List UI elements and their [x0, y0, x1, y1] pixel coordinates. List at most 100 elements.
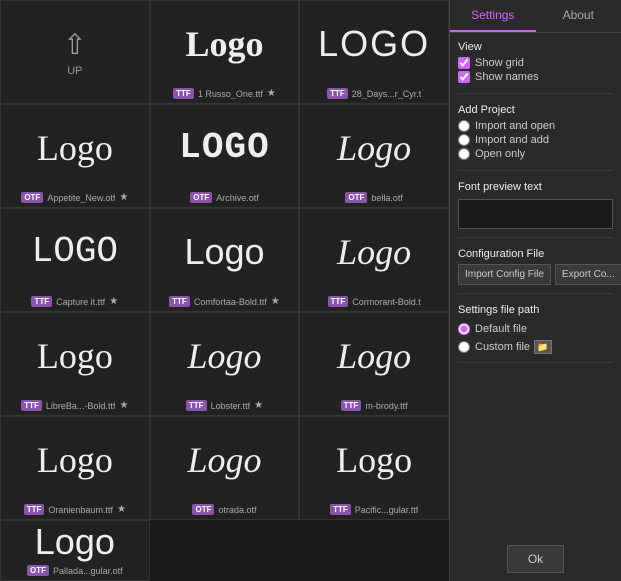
font-filename: 28_Days...r_Cyr.t [352, 89, 422, 99]
default-file-label: Default file [475, 323, 527, 335]
custom-file-label-row[interactable]: Custom file [458, 341, 530, 353]
up-label: UP [67, 65, 82, 77]
font-name-row: OTF Pallada...gular.otf [1, 563, 149, 580]
settings-file-path-title: Settings file path [458, 304, 613, 316]
font-preview-text: Logo [151, 313, 299, 398]
tab-settings[interactable]: Settings [450, 0, 536, 32]
font-preview-text: LOGO [300, 1, 448, 86]
show-grid-row[interactable]: Show grid [458, 57, 613, 69]
font-type-badge: TTF [169, 296, 190, 307]
font-type-badge: TTF [24, 504, 45, 515]
import-config-button[interactable]: Import Config File [458, 264, 551, 285]
star-icon[interactable]: ★ [271, 296, 280, 307]
font-preview-text: Logo [300, 417, 448, 502]
font-type-badge: OTF [27, 565, 49, 576]
font-cell[interactable]: LogoTTFLobster.ttf★ [150, 312, 300, 416]
font-cell[interactable]: LogoTTF1 Russo_One.ttf★ [150, 0, 300, 104]
font-cell[interactable]: Logo OTF Pallada...gular.otf [0, 520, 150, 581]
font-filename: Archive.otf [216, 193, 259, 203]
font-type-badge: OTF [345, 192, 367, 203]
font-cell[interactable]: LogoOTFotrada.otf [150, 416, 300, 520]
font-type-badge: TTF [341, 400, 362, 411]
star-icon[interactable]: ★ [109, 296, 118, 307]
font-type-badge: TTF [327, 88, 348, 99]
font-cell[interactable]: LOGOTTFCapture it.ttf★ [0, 208, 150, 312]
open-only-radio[interactable] [458, 148, 470, 160]
font-filename: Comfortaa-Bold.ttf [194, 297, 267, 307]
font-cell[interactable]: LogoTTFLibreBa...-Bold.ttf★ [0, 312, 150, 416]
font-cell[interactable]: LogoOTFAppetite_New.otf★ [0, 104, 150, 208]
config-file-title: Configuration File [458, 248, 613, 260]
import-open-label: Import and open [475, 120, 555, 132]
font-name-row: TTF1 Russo_One.ttf★ [151, 86, 299, 103]
tab-about[interactable]: About [536, 0, 621, 32]
font-cell[interactable]: LOGO OTF Archive.otf [150, 104, 300, 208]
font-cell[interactable]: LogoTTFOranienbaum.ttf★ [0, 416, 150, 520]
font-name-row: OTFotrada.otf [151, 502, 299, 519]
font-cell[interactable]: LOGO TTF 28_Days...r_Cyr.t [299, 0, 449, 104]
export-config-button[interactable]: Export Co... [555, 264, 621, 285]
star-icon[interactable]: ★ [254, 400, 263, 411]
font-name-row: OTF bella.otf [300, 190, 448, 207]
show-names-label: Show names [475, 71, 539, 83]
font-grid: ⇧ UP LogoTTF1 Russo_One.ttf★LOGOTTF28_Da… [0, 0, 450, 581]
import-open-row[interactable]: Import and open [458, 120, 613, 132]
font-name-row: TTF Comfortaa-Bold.ttf ★ [151, 294, 299, 311]
font-name-row: TTFCapture it.ttf★ [1, 294, 149, 311]
star-icon[interactable]: ★ [119, 192, 128, 203]
font-name-row: TTFLobster.ttf★ [151, 398, 299, 415]
open-only-label: Open only [475, 148, 525, 160]
font-type-badge: OTF [192, 504, 214, 515]
font-type-badge: TTF [31, 296, 52, 307]
font-type-badge: TTF [186, 400, 207, 411]
star-icon[interactable]: ★ [119, 400, 128, 411]
ok-button[interactable]: Ok [507, 545, 564, 573]
font-preview-text: Logo [1, 313, 149, 398]
up-cell[interactable]: ⇧ UP [0, 0, 150, 104]
font-cell[interactable]: LogoTTFPacific...gular.ttf [299, 416, 449, 520]
font-filename: bella.otf [371, 193, 403, 203]
tabs: Settings About [450, 0, 621, 33]
font-type-badge: OTF [190, 192, 212, 203]
font-cell[interactable]: LogoOTFbella.otf [299, 104, 449, 208]
show-grid-label: Show grid [475, 57, 524, 69]
default-file-radio[interactable] [458, 323, 470, 335]
folder-icon[interactable]: 📁 [534, 340, 552, 354]
star-icon[interactable]: ★ [117, 504, 126, 515]
custom-file-radio[interactable] [458, 341, 470, 353]
show-grid-checkbox[interactable] [458, 57, 470, 69]
default-file-row[interactable]: Default file [458, 323, 613, 335]
font-preview-text: Logo [1, 417, 149, 502]
add-project-section: Add Project Import and open Import and a… [458, 104, 613, 171]
import-add-label: Import and add [475, 134, 549, 146]
import-add-row[interactable]: Import and add [458, 134, 613, 146]
font-preview-text: Logo [151, 1, 299, 86]
font-preview-text: Logo [1, 105, 149, 190]
import-add-radio[interactable] [458, 134, 470, 146]
font-name-row: TTFCormorant-Bold.t [300, 294, 448, 311]
font-preview-text: Logo [300, 313, 448, 398]
font-preview-text: Logo [1, 521, 149, 563]
open-only-row[interactable]: Open only [458, 148, 613, 160]
up-arrow: ⇧ [63, 28, 86, 61]
font-preview-input[interactable] [458, 199, 613, 229]
settings-file-path-section: Settings file path Default file Custom f… [458, 304, 613, 363]
font-filename: Pallada...gular.otf [53, 566, 123, 576]
font-type-badge: TTF [173, 88, 194, 99]
settings-panel: Settings About View Show grid Show names… [450, 0, 621, 581]
settings-content: View Show grid Show names Add Project Im… [450, 33, 621, 581]
font-preview-text: LOGO [151, 105, 299, 190]
font-cell[interactable]: LogoTTFComfortaa-Bold.ttf★ [150, 208, 300, 312]
font-name-row: TTF 28_Days...r_Cyr.t [300, 86, 448, 103]
font-type-badge: TTF [328, 296, 349, 307]
star-icon[interactable]: ★ [267, 88, 276, 99]
font-cell[interactable]: LogoTTFm-brody.ttf [299, 312, 449, 416]
font-cell[interactable]: LogoTTFCormorant-Bold.t [299, 208, 449, 312]
import-open-radio[interactable] [458, 120, 470, 132]
add-project-title: Add Project [458, 104, 613, 116]
font-name-row: OTF Archive.otf [151, 190, 299, 207]
show-names-checkbox[interactable] [458, 71, 470, 83]
show-names-row[interactable]: Show names [458, 71, 613, 83]
font-preview-text: Logo [151, 417, 299, 502]
font-preview-title: Font preview text [458, 181, 613, 193]
